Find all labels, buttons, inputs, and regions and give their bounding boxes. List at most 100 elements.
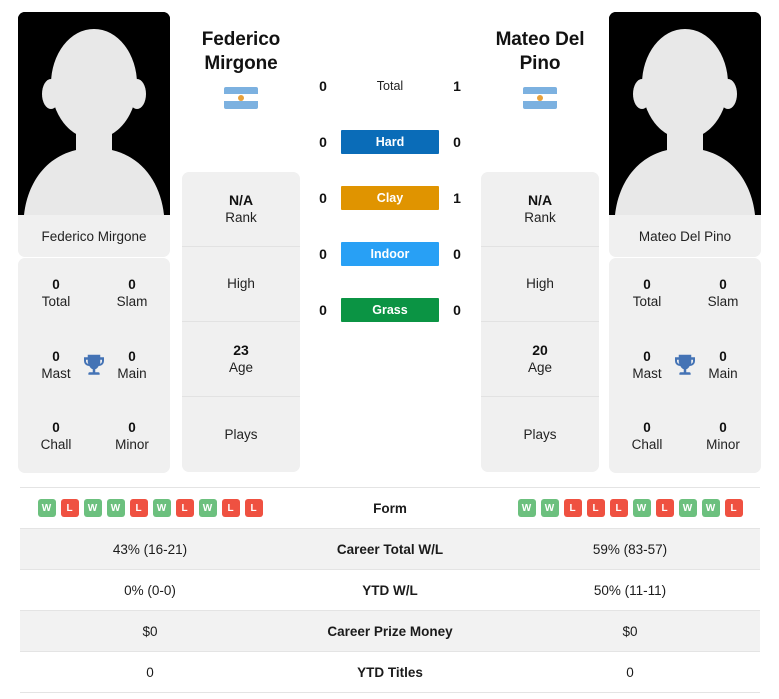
info-plays-left: Plays <box>182 397 300 472</box>
form-chip-win[interactable]: W <box>632 499 651 517</box>
h2h-surface-badge-hard[interactable]: Hard <box>341 130 439 154</box>
stat-label: Form <box>280 487 500 529</box>
person-silhouette-icon <box>609 12 761 215</box>
stat-label: Career Prize Money <box>280 610 500 652</box>
form-chip-win[interactable]: W <box>701 499 720 517</box>
form-chip-loss[interactable]: L <box>175 499 194 517</box>
player-stats-table: W L W W L W L W L L Form W W L L L W L W W L 43% (16-21) Caree… <box>20 487 760 693</box>
form-chip-loss[interactable]: L <box>563 499 582 517</box>
form-chip-loss[interactable]: L <box>244 499 263 517</box>
info-plays-right: Plays <box>481 397 599 472</box>
form-chips: WLWWLWLWLL <box>20 499 280 517</box>
h2h-right-score: 1 <box>453 78 461 94</box>
form-chip-win[interactable]: W <box>37 499 56 517</box>
stat-value-right: 59% (83-57) <box>500 528 760 570</box>
flag-band-bottom <box>224 101 258 109</box>
avatar-photo-left <box>18 12 170 215</box>
trophy-icon-glyph <box>675 354 695 375</box>
head-to-head-column: 0 Total 1 0 Hard 0 0 Clay 1 0 Indoor 0 0 Grass 0 <box>310 58 470 338</box>
titles-total-value: 0 <box>643 276 651 292</box>
form-chip-win[interactable]: W <box>517 499 536 517</box>
info-card-right: N/A Rank High 20 Age Plays <box>481 172 599 472</box>
titles-chall-left: 0 Chall <box>18 420 94 454</box>
player-avatar-card-right[interactable]: Mateo Del Pino <box>609 12 761 257</box>
info-rank-right: N/A Rank <box>481 172 599 247</box>
h2h-left-score: 0 <box>319 246 327 262</box>
form-chip-win[interactable]: W <box>678 499 697 517</box>
info-high-left: High <box>182 247 300 322</box>
h2h-surface-badge-clay[interactable]: Clay <box>341 186 439 210</box>
info-rank-left: N/A Rank <box>182 172 300 247</box>
stat-value-right: 0 <box>500 651 760 693</box>
trophy-icon <box>79 351 109 381</box>
titles-minor-label: Minor <box>115 437 149 453</box>
stat-value-left: 0% (0-0) <box>20 569 280 611</box>
h2h-row-grass: 0 Grass 0 <box>310 282 470 338</box>
info-high-label: High <box>227 276 255 292</box>
form-chip-win[interactable]: W <box>152 499 171 517</box>
titles-slam-value: 0 <box>719 276 727 292</box>
trophy-icon <box>670 351 700 381</box>
titles-row-chall-minor-right: 0 Chall 0 Minor <box>609 401 761 473</box>
form-chip-loss[interactable]: L <box>60 499 79 517</box>
flag-sun-icon <box>537 94 543 101</box>
info-card-left: N/A Rank High 23 Age Plays <box>182 172 300 472</box>
player-name-right-line1: Mateo Del <box>495 29 585 50</box>
form-cell-right: WWLLLWLWWL <box>500 487 760 529</box>
titles-chall-value: 0 <box>52 420 60 436</box>
info-age-value: 20 <box>532 342 548 359</box>
titles-total-left: 0 Total <box>18 277 94 311</box>
avatar-name-right: Mateo Del Pino <box>638 228 732 244</box>
h2h-left-score: 0 <box>319 302 327 318</box>
titles-slam-left: 0 Slam <box>94 277 170 311</box>
form-chip-win[interactable]: W <box>83 499 102 517</box>
avatar-photo-right <box>609 12 761 215</box>
form-chip-loss[interactable]: L <box>724 499 743 517</box>
stat-value-left: 0 <box>20 651 280 693</box>
titles-total-label: Total <box>632 293 662 309</box>
h2h-left-score: 0 <box>319 190 327 206</box>
titles-slam-label: Slam <box>116 293 148 309</box>
comparison-top-area: Federico Mirgone Mateo Del Pino 0 Total … <box>0 0 779 480</box>
person-silhouette-icon <box>18 12 170 215</box>
stat-label: Career Total W/L <box>280 528 500 570</box>
form-chip-win[interactable]: W <box>198 499 217 517</box>
stat-value-left: 43% (16-21) <box>20 528 280 570</box>
stat-value-right: 50% (11-11) <box>500 569 760 611</box>
player-header-left: Federico Mirgone <box>171 28 311 109</box>
h2h-surface-badge-indoor[interactable]: Indoor <box>341 242 439 266</box>
titles-chall-label: Chall <box>40 437 72 453</box>
info-age-left: 23 Age <box>182 322 300 397</box>
info-rank-value: N/A <box>228 192 254 209</box>
h2h-right-score: 0 <box>453 246 461 262</box>
info-high-label: High <box>526 276 554 292</box>
form-chip-loss[interactable]: L <box>129 499 148 517</box>
titles-row-mast-main-right: 0 Mast 0 Main <box>609 330 761 402</box>
titles-chall-label: Chall <box>631 437 663 453</box>
player-avatar-card-left[interactable]: Federico Mirgone <box>18 12 170 257</box>
form-chip-loss[interactable]: L <box>221 499 240 517</box>
form-chip-loss[interactable]: L <box>586 499 605 517</box>
table-row: 0 YTD Titles 0 <box>20 651 760 693</box>
form-chip-win[interactable]: W <box>540 499 559 517</box>
form-chip-win[interactable]: W <box>106 499 125 517</box>
titles-total-right: 0 Total <box>609 277 685 311</box>
stat-value-left: $0 <box>20 610 280 652</box>
titles-row-mast-main-left: 0 Mast 0 Main <box>18 330 170 402</box>
h2h-row-clay: 0 Clay 1 <box>310 170 470 226</box>
info-rank-label: Rank <box>524 210 556 226</box>
form-chip-loss[interactable]: L <box>655 499 674 517</box>
titles-minor-right: 0 Minor <box>685 420 761 454</box>
titles-total-value: 0 <box>52 276 60 292</box>
form-chips: WWLLLWLWWL <box>500 499 760 517</box>
titles-slam-value: 0 <box>128 276 136 292</box>
info-age-value: 23 <box>233 342 249 359</box>
player-name-left-line1: Federico <box>201 29 281 50</box>
form-chip-loss[interactable]: L <box>609 499 628 517</box>
h2h-right-score: 1 <box>453 190 461 206</box>
titles-total-label: Total <box>41 293 71 309</box>
h2h-left-score: 0 <box>319 78 327 94</box>
titles-slam-label: Slam <box>707 293 739 309</box>
titles-card-left: 0 Total 0 Slam 0 Mast 0 Main 0 Chall 0 M… <box>18 258 170 473</box>
h2h-surface-badge-grass[interactable]: Grass <box>341 298 439 322</box>
